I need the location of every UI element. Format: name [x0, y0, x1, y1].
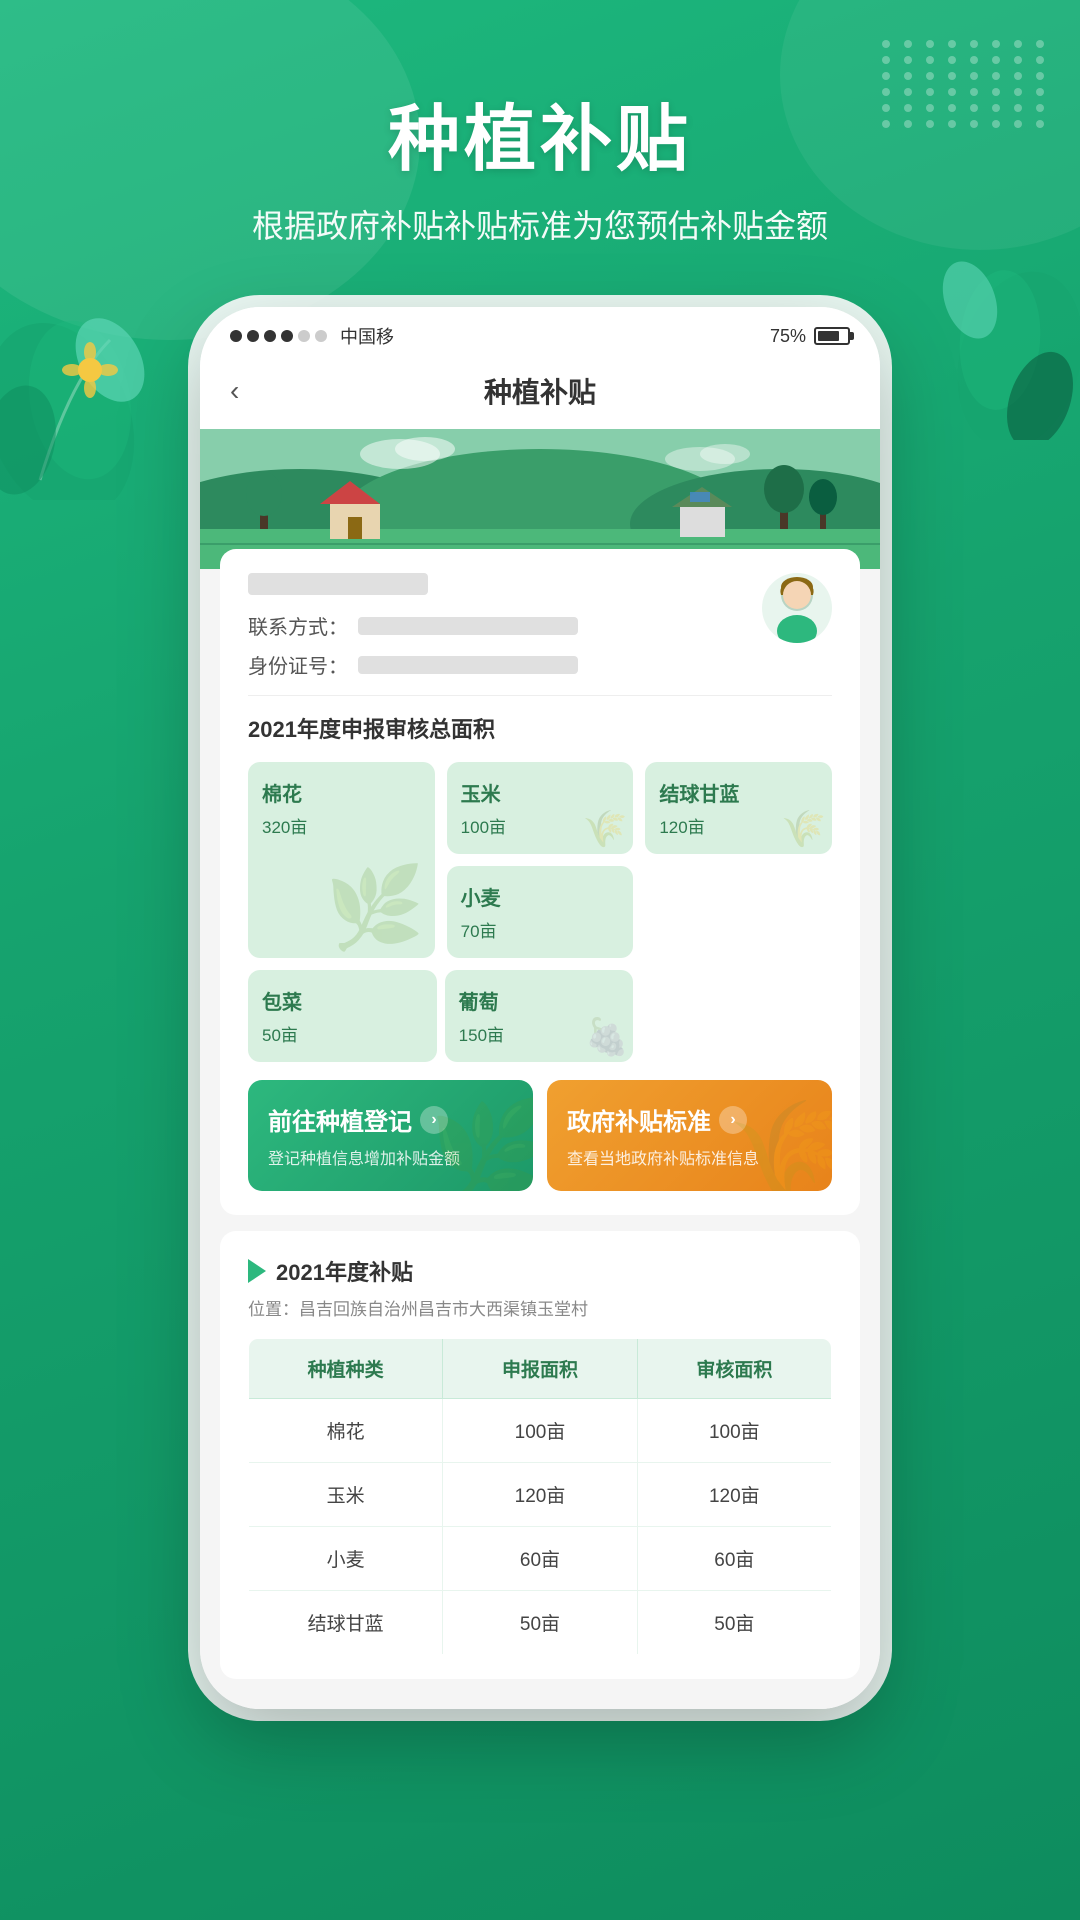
phone-mockup: 中国移 75% ‹ 种植补贴 [200, 307, 880, 1709]
area-section-title: 2021年度申报审核总面积 [248, 712, 832, 744]
table-row-2: 小麦60亩60亩 [249, 1527, 832, 1591]
triangle-icon [248, 1259, 266, 1283]
status-right: 75% [770, 326, 850, 347]
register-watermark: 🌿 [428, 1094, 533, 1191]
table-cell-0-2: 100亩 [637, 1399, 831, 1463]
signal-dot-3 [264, 330, 276, 342]
table-cell-0-1: 100亩 [443, 1399, 637, 1463]
crop-card-corn: 玉米 100亩 🌾 [447, 762, 634, 854]
crop-name-cotton: 棉花 [262, 778, 421, 807]
subsidy-title-text: 2021年度补贴 [276, 1255, 413, 1287]
subsidy-location: 位置：昌吉回族自治州昌吉市大西渠镇玉堂村 [248, 1295, 832, 1320]
carrier-text: 中国移 [340, 323, 394, 349]
location-prefix: 位置： [248, 1300, 299, 1319]
crop-area-cotton: 320亩 [262, 813, 421, 838]
crop-name-baocai: 包菜 [262, 986, 423, 1015]
status-bar: 中国移 75% [200, 307, 880, 357]
crop-card-baocai: 包菜 50亩 [248, 970, 437, 1062]
crop-card-grape: 葡萄 150亩 🍇 [445, 970, 634, 1062]
main-content: 联系方式： 身份证号： [200, 549, 880, 1709]
user-card: 联系方式： 身份证号： [220, 549, 860, 1215]
landscape-svg [200, 429, 880, 569]
crop-area-baocai: 50亩 [262, 1021, 423, 1046]
user-name-blur [248, 573, 428, 595]
phone-wrapper: 中国移 75% ‹ 种植补贴 [0, 307, 1080, 1709]
table-row-3: 结球甘蓝50亩50亩 [249, 1591, 832, 1655]
crop-area-grape: 150亩 [459, 1021, 620, 1046]
id-row: 身份证号： [248, 650, 832, 679]
table-row-0: 棉花100亩100亩 [249, 1399, 832, 1463]
battery-icon [814, 327, 850, 345]
subsidy-title: 2021年度补贴 [248, 1255, 832, 1287]
register-btn[interactable]: 前往种植登记 › 登记种植信息增加补贴金额 🌿 [248, 1080, 533, 1191]
crop-area-cabbage: 120亩 [659, 813, 818, 838]
register-label: 前往种植登记 [268, 1102, 412, 1137]
subsidy-section: 2021年度补贴 位置：昌吉回族自治州昌吉市大西渠镇玉堂村 种植种类 申报面积 … [220, 1231, 860, 1679]
action-buttons: 前往种植登记 › 登记种植信息增加补贴金额 🌿 政府补贴标准 › 查看当地政 [248, 1080, 832, 1191]
status-left: 中国移 [230, 323, 394, 349]
standard-label: 政府补贴标准 [567, 1102, 711, 1137]
hero-section: 种植补贴 根据政府补贴补贴标准为您预估补贴金额 [0, 0, 1080, 247]
crop-card-cabbage: 结球甘蓝 120亩 🌾 [645, 762, 832, 854]
table-cell-1-0: 玉米 [249, 1463, 443, 1527]
crop-card-cotton: 棉花 320亩 🌿 [248, 762, 435, 958]
contact-label: 联系方式： [248, 611, 348, 640]
table-row-1: 玉米120亩120亩 [249, 1463, 832, 1527]
id-blur [358, 656, 578, 674]
hero-banner [200, 429, 880, 569]
signal-dot-5 [298, 330, 310, 342]
table-header-row: 种植种类 申报面积 审核面积 [249, 1339, 832, 1399]
crop-name-corn: 玉米 [461, 778, 620, 807]
crop-name-grape: 葡萄 [459, 986, 620, 1015]
app-header: ‹ 种植补贴 [200, 357, 880, 429]
crop-icon-cotton: 🌿 [325, 868, 425, 948]
battery-percent: 75% [770, 326, 806, 347]
table-cell-2-1: 60亩 [443, 1527, 637, 1591]
app-header-title: 种植补贴 [484, 371, 596, 411]
crop-area-wheat: 70亩 [461, 917, 620, 942]
avatar [762, 573, 832, 643]
crop-row-bottom: 包菜 50亩 葡萄 150亩 🍇 [248, 970, 633, 1062]
col-header-type: 种植种类 [249, 1339, 443, 1399]
crop-card-wheat: 小麦 70亩 [447, 866, 634, 958]
back-button[interactable]: ‹ [230, 375, 239, 407]
col-header-declared: 申报面积 [443, 1339, 637, 1399]
table-cell-2-0: 小麦 [249, 1527, 443, 1591]
table-cell-3-1: 50亩 [443, 1591, 637, 1655]
sub-title: 根据政府补贴补贴标准为您预估补贴金额 [0, 201, 1080, 247]
subsidy-table-body: 棉花100亩100亩玉米120亩120亩小麦60亩60亩结球甘蓝50亩50亩 [249, 1399, 832, 1655]
table-cell-3-0: 结球甘蓝 [249, 1591, 443, 1655]
signal-dot-1 [230, 330, 242, 342]
col-header-audited: 审核面积 [637, 1339, 831, 1399]
battery-fill [818, 331, 839, 341]
divider [248, 695, 832, 696]
crop-area-corn: 100亩 [461, 813, 620, 838]
main-title: 种植补贴 [0, 80, 1080, 185]
signal-dot-6 [315, 330, 327, 342]
crop-grid: 棉花 320亩 🌿 玉米 100亩 🌾 结球甘蓝 [248, 762, 832, 1062]
standard-btn[interactable]: 政府补贴标准 › 查看当地政府补贴标准信息 🌾 [547, 1080, 832, 1191]
contact-blur [358, 617, 578, 635]
standard-watermark: 🌾 [727, 1094, 832, 1191]
table-cell-1-2: 120亩 [637, 1463, 831, 1527]
table-cell-2-2: 60亩 [637, 1527, 831, 1591]
contact-row: 联系方式： [248, 611, 832, 640]
table-cell-3-2: 50亩 [637, 1591, 831, 1655]
location-text: 昌吉回族自治州昌吉市大西渠镇玉堂村 [299, 1300, 588, 1319]
signal-dot-4 [281, 330, 293, 342]
crop-name-cabbage: 结球甘蓝 [659, 778, 818, 807]
subsidy-table: 种植种类 申报面积 审核面积 棉花100亩100亩玉米120亩120亩小麦60亩… [248, 1338, 832, 1655]
signal-dot-2 [247, 330, 259, 342]
table-cell-1-1: 120亩 [443, 1463, 637, 1527]
table-cell-0-0: 棉花 [249, 1399, 443, 1463]
id-label: 身份证号： [248, 650, 348, 679]
crop-name-wheat: 小麦 [461, 882, 620, 911]
